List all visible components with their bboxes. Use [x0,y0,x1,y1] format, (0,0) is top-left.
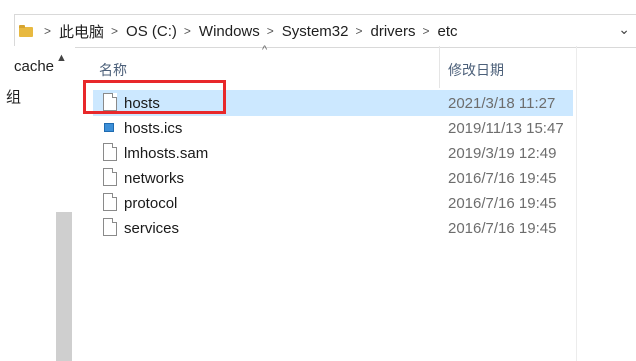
chevron-right-icon[interactable]: > [423,24,430,38]
column-divider[interactable] [439,46,440,88]
breadcrumb-drivers[interactable]: drivers [371,23,416,40]
file-name: hosts.ics [124,120,183,137]
chevron-right-icon[interactable]: > [111,24,118,38]
folder-icon [19,25,33,37]
file-row-networks[interactable]: networks 2016/7/16 19:45 [93,165,573,191]
file-row-protocol[interactable]: protocol 2016/7/16 19:45 [93,190,573,216]
breadcrumb[interactable]: > 此电脑 > OS (C:) > Windows > System32 > d… [14,14,636,48]
file-date: 2016/7/16 19:45 [448,195,557,212]
file-name: networks [124,170,185,187]
nav-scrollbar-thumb[interactable] [56,212,72,361]
chevron-right-icon[interactable]: > [267,24,274,38]
ics-file-icon [104,123,114,132]
nav-item-cache[interactable]: cache [14,58,54,75]
breadcrumb-this-pc[interactable]: 此电脑 [59,21,104,42]
file-row-services[interactable]: services 2016/7/16 19:45 [93,215,573,241]
column-divider [576,46,577,361]
breadcrumb-os-drive[interactable]: OS (C:) [126,23,177,40]
file-date: 2016/7/16 19:45 [448,220,557,237]
file-date: 2019/11/13 15:47 [448,120,564,137]
file-date: 2016/7/16 19:45 [448,170,557,187]
chevron-right-icon[interactable]: > [44,24,51,38]
breadcrumb-windows[interactable]: Windows [199,23,260,40]
chevron-right-icon[interactable]: > [355,24,362,38]
column-date-header[interactable]: 修改日期 [448,60,504,80]
address-bar[interactable]: > 此电脑 > OS (C:) > Windows > System32 > d… [0,0,636,48]
file-icon [103,193,117,211]
file-date: 2021/3/18 11:27 [448,95,556,112]
nav-item-group[interactable]: 组 [6,86,21,107]
chevron-right-icon[interactable]: > [184,24,191,38]
file-name: lmhosts.sam [124,145,209,162]
navigation-pane: cache ▲ 组 [0,46,75,361]
column-name-header[interactable]: 名称 [99,60,127,80]
file-name: services [124,220,180,237]
file-date: 2019/3/19 12:49 [448,145,557,162]
chevron-down-icon[interactable]: ⌄ [618,21,630,38]
breadcrumb-etc[interactable]: etc [438,23,458,40]
breadcrumb-system32[interactable]: System32 [282,23,349,40]
highlight-box [83,80,226,114]
sort-ascending-icon: ^ [262,44,268,56]
file-row-lmhosts-sam[interactable]: lmhosts.sam 2019/3/19 12:49 [93,140,573,166]
file-icon [103,168,117,186]
file-icon [103,143,117,161]
file-name: protocol [124,195,178,212]
file-row-hosts-ics[interactable]: hosts.ics 2019/11/13 15:47 [93,115,573,141]
file-icon [103,218,117,236]
scroll-up-icon[interactable]: ▲ [56,52,67,64]
